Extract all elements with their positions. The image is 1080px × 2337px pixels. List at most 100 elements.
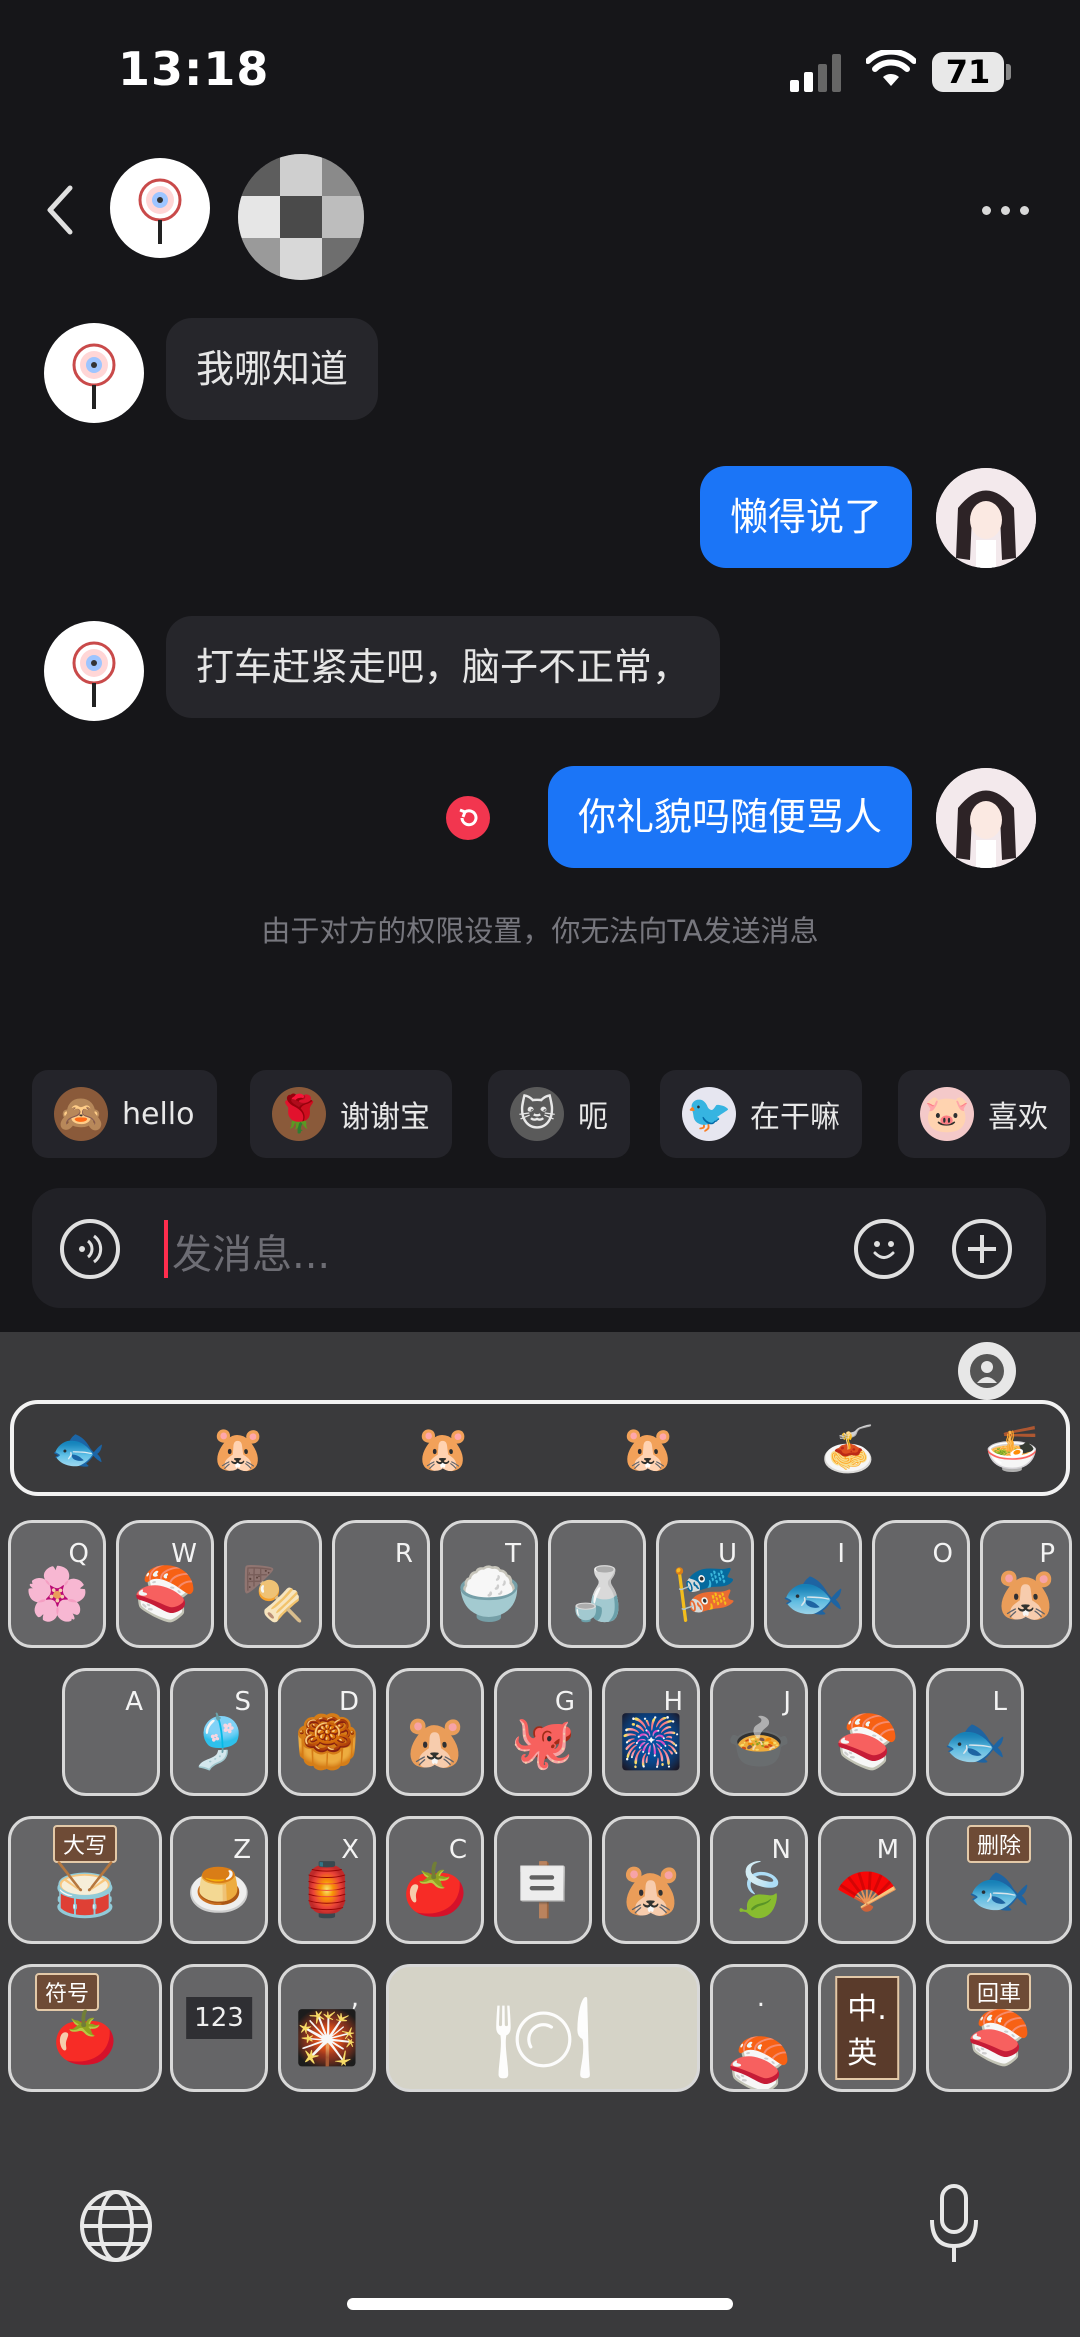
- quick-reply-bar: 🙈 hello 🌹 谢谢宝 🐱 呃 🐦 在干嘛 🐷 喜欢: [0, 1070, 1080, 1158]
- message-bubble-sent[interactable]: 你礼貌吗随便骂人: [547, 766, 912, 868]
- quick-reply-chip[interactable]: 🐷 喜欢: [898, 1070, 1070, 1158]
- fireworks-icon: 🎆: [618, 1712, 684, 1773]
- monkey-sticker-icon: 🙈: [54, 1087, 108, 1141]
- globe-icon[interactable]: [76, 2186, 156, 2266]
- plus-icon: [968, 1235, 996, 1263]
- message-input[interactable]: 发消息...: [172, 1222, 330, 1280]
- numbers-key[interactable]: 123: [170, 1964, 268, 2092]
- lantern-icon: 🏮: [294, 1860, 360, 1921]
- key-a[interactable]: A: [62, 1668, 160, 1796]
- key-b[interactable]: 🐹: [602, 1816, 700, 1944]
- signboard-icon: 🪧: [510, 1860, 576, 1921]
- key-i[interactable]: I 🐟: [764, 1520, 862, 1648]
- contact-avatar-small[interactable]: [44, 323, 144, 423]
- system-notice: 由于对方的权限设置，你无法向TA发送消息: [261, 914, 819, 948]
- key-j[interactable]: J 🍲: [710, 1668, 808, 1796]
- pasta-sticker-icon[interactable]: 🍝: [814, 1418, 882, 1480]
- language-switch-key[interactable]: 中.英: [818, 1964, 916, 2092]
- message-row: 你礼貌吗随便骂人: [0, 766, 1080, 876]
- period-key[interactable]: . 🍣: [710, 1964, 808, 2092]
- cellular-signal-icon: [790, 52, 844, 92]
- add-button[interactable]: [952, 1219, 1012, 1279]
- quick-reply-chip[interactable]: 🐱 呃: [488, 1070, 630, 1158]
- symbols-key[interactable]: 符号 🍅: [8, 1964, 162, 2092]
- steak-plate-icon: 🍽: [492, 1990, 594, 2084]
- hamster-icon: 🐹: [993, 1564, 1059, 1625]
- wind-chime-icon: 🎐: [186, 1712, 252, 1773]
- drum-icon: 🥁: [52, 1860, 118, 1921]
- chat-header: [0, 140, 1080, 280]
- message-row: 懒得说了: [0, 466, 1080, 576]
- hamster-sticker-icon[interactable]: 🐹: [204, 1418, 272, 1480]
- key-c[interactable]: C 🍅: [386, 1816, 484, 1944]
- key-r[interactable]: R: [332, 1520, 430, 1648]
- message-bubble-sent[interactable]: 懒得说了: [699, 466, 912, 568]
- key-x[interactable]: X 🏮: [278, 1816, 376, 1944]
- sticker-keyboard: 🐟 🐹 🐹 🐹 🍝 🍜 Q 🌸 W 🍣 🍢 R T 🍚 🍶 U 🎏 I 🐟 O P 🐹 A …: [0, 1332, 1080, 2337]
- my-avatar[interactable]: [936, 768, 1036, 868]
- lollipop-icon: [138, 178, 182, 244]
- sushi-icon: 🍣: [132, 1564, 198, 1625]
- key-w[interactable]: W 🍣: [116, 1520, 214, 1648]
- emoji-button[interactable]: [854, 1219, 914, 1279]
- salmon-sushi-icon: 🍣: [966, 2008, 1032, 2069]
- chef-hamster-sticker-icon[interactable]: 🐹: [409, 1418, 477, 1480]
- key-d[interactable]: D 🥮: [278, 1668, 376, 1796]
- quick-reply-chip[interactable]: 🌹 谢谢宝: [250, 1070, 452, 1158]
- grilled-fish-icon: 🐟: [942, 1712, 1008, 1773]
- cake-icon: 🥮: [294, 1712, 360, 1773]
- octopus-icon: 🐙: [510, 1712, 576, 1773]
- key-q[interactable]: Q 🌸: [8, 1520, 106, 1648]
- key-k[interactable]: 🍣: [818, 1668, 916, 1796]
- voice-input-button[interactable]: [60, 1219, 120, 1279]
- message-row: 打车赶紧走吧，脑子不正常，: [0, 616, 1080, 726]
- key-v[interactable]: 🪧: [494, 1816, 592, 1944]
- comma-key[interactable]: , 🎇: [278, 1964, 376, 2092]
- shift-key[interactable]: 大写 🥁: [8, 1816, 162, 1944]
- dango-icon: 🍢: [240, 1564, 306, 1625]
- fish-sticker-icon[interactable]: 🐟: [44, 1418, 112, 1480]
- quick-reply-chip[interactable]: 🐦 在干嘛: [660, 1070, 862, 1158]
- key-l[interactable]: L 🐟: [926, 1668, 1024, 1796]
- key-o[interactable]: O: [872, 1520, 970, 1648]
- key-t[interactable]: T 🍚: [440, 1520, 538, 1648]
- key-y[interactable]: 🍶: [548, 1520, 646, 1648]
- key-n[interactable]: N 🍃: [710, 1816, 808, 1944]
- lollipop-icon: [72, 641, 116, 707]
- key-z[interactable]: Z 🍮: [170, 1816, 268, 1944]
- key-u[interactable]: U 🎏: [656, 1520, 754, 1648]
- more-options-button[interactable]: [975, 190, 1035, 230]
- key-g[interactable]: G 🐙: [494, 1668, 592, 1796]
- salmon-sushi-icon: 🍣: [726, 2035, 792, 2092]
- key-f[interactable]: 🐹: [386, 1668, 484, 1796]
- bird-sticker-icon: 🐦: [682, 1087, 736, 1141]
- salmon-sushi-icon: 🍣: [834, 1712, 900, 1773]
- key-p[interactable]: P 🐹: [980, 1520, 1072, 1648]
- message-bubble-received[interactable]: 我哪知道: [166, 318, 379, 420]
- home-indicator[interactable]: [347, 2298, 733, 2310]
- ramen-sticker-icon[interactable]: 🍜: [978, 1418, 1046, 1480]
- key-e[interactable]: 🍢: [224, 1520, 322, 1648]
- delete-key[interactable]: 删除 🐟: [926, 1816, 1072, 1944]
- resend-failed-icon[interactable]: [446, 796, 490, 840]
- quick-reply-chip[interactable]: 🙈 hello: [32, 1070, 217, 1158]
- banner-icon: 🎏: [672, 1564, 738, 1625]
- tomato-icon: 🍅: [52, 2008, 118, 2069]
- key-h[interactable]: H 🎆: [602, 1668, 700, 1796]
- key-s[interactable]: S 🎐: [170, 1668, 268, 1796]
- chevron-left-icon[interactable]: [36, 180, 84, 240]
- microphone-icon[interactable]: [924, 2180, 984, 2270]
- chef-hamster-sticker-icon[interactable]: 🐹: [614, 1418, 682, 1480]
- blurred-avatar[interactable]: [238, 154, 364, 280]
- return-key[interactable]: 回車 🍣: [926, 1964, 1072, 2092]
- key-m[interactable]: M 🪭: [818, 1816, 916, 1944]
- space-key[interactable]: 🍽: [386, 1964, 700, 2092]
- bowl-icon: 🍲: [726, 1712, 792, 1773]
- keyboard-skin-button[interactable]: [958, 1342, 1016, 1400]
- message-bubble-received[interactable]: 打车赶紧走吧，脑子不正常，: [166, 616, 721, 718]
- text-cursor: [164, 1220, 168, 1278]
- fish-icon: 🐟: [966, 1860, 1032, 1921]
- my-avatar[interactable]: [936, 468, 1036, 568]
- contact-avatar-small[interactable]: [44, 621, 144, 721]
- contact-avatar[interactable]: [110, 158, 210, 258]
